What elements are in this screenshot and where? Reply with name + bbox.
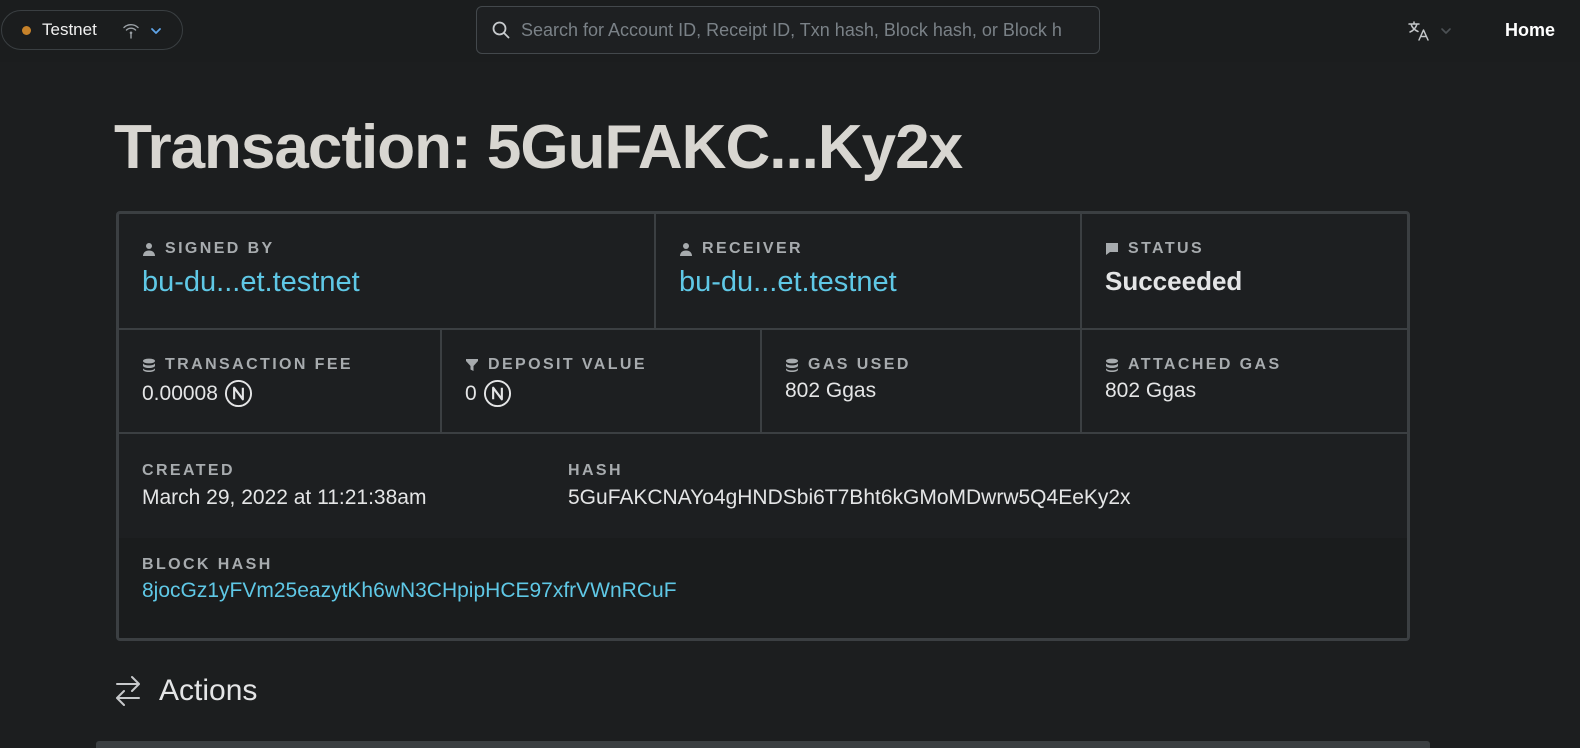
attached-gas-label: Attached gas [1128, 356, 1282, 373]
gas-used-value: 802 Ggas [785, 379, 877, 402]
search-input[interactable] [521, 19, 1099, 41]
status-cell: Status Succeeded [1082, 214, 1407, 328]
deposit-value-cell: Deposit value 0 [442, 330, 762, 432]
attached-gas-cell: Attached gas 802 Ggas [1082, 330, 1407, 432]
database-icon [143, 358, 155, 372]
comment-icon [1106, 243, 1118, 255]
chevron-down-icon [1441, 28, 1451, 34]
user-icon [680, 243, 692, 256]
transaction-fee-cell: Transaction fee 0.00008 [119, 330, 442, 432]
details-row-block: Block hash 8jocGz1yFVm25eazytKh6wN3CHpip… [119, 538, 1407, 638]
hash-cell: Hash 5GuFAKCNAYo4gHNDSbi6T7Bht6kGMoMDwrw… [545, 434, 1405, 538]
top-navbar: Testnet Home [0, 0, 1580, 62]
created-cell: Created March 29, 2022 at 11:21:38am [119, 434, 545, 538]
receiver-cell: Receiver bu-du...et.testnet [656, 214, 1082, 328]
status-value: Succeeded [1105, 266, 1243, 296]
home-link[interactable]: Home [1505, 20, 1555, 41]
language-switcher[interactable] [1407, 19, 1457, 43]
hash-value: 5GuFAKCNAYo4gHNDSbi6T7Bht6kGMoMDwrw5Q4Ee… [568, 486, 1131, 509]
arrows-exchange-icon [116, 676, 140, 706]
page-title: Transaction: 5GuFAKC...Ky2x [114, 113, 963, 182]
signed-by-account-link[interactable]: bu-du...et.testnet [142, 266, 654, 299]
user-icon [143, 243, 155, 256]
search-bar[interactable] [476, 6, 1100, 54]
receiver-label: Receiver [702, 240, 803, 257]
details-row-accounts: Signed by bu-du...et.testnet Receiver bu… [119, 214, 1407, 330]
signed-by-label: Signed by [165, 240, 275, 257]
created-value: March 29, 2022 at 11:21:38am [142, 486, 427, 509]
search-icon [492, 21, 510, 39]
actions-table-top-border [96, 741, 1430, 748]
network-label: Testnet [42, 20, 97, 39]
deposit-value-label: Deposit value [488, 356, 647, 373]
transaction-fee-label: Transaction fee [165, 356, 353, 373]
block-hash-cell: Block hash 8jocGz1yFVm25eazytKh6wN3CHpip… [119, 538, 1407, 638]
database-icon [786, 358, 798, 372]
created-label: Created [142, 462, 235, 479]
details-row-amounts: Transaction fee 0.00008 Deposit value 0 [119, 330, 1407, 434]
database-icon [1106, 358, 1118, 372]
status-label: Status [1128, 240, 1205, 257]
actions-title: Actions [159, 674, 258, 707]
gas-used-label: Gas used [808, 356, 911, 373]
gas-used-cell: Gas used 802 Ggas [762, 330, 1082, 432]
network-status-dot [22, 25, 31, 35]
deposit-value-value: 0 [465, 381, 477, 405]
filter-icon [466, 359, 478, 371]
chevron-down-icon [151, 28, 161, 34]
receiver-account-link[interactable]: bu-du...et.testnet [679, 266, 1080, 299]
actions-section-header: Actions [113, 674, 257, 708]
wifi-icon [123, 23, 139, 39]
near-token-icon [224, 379, 252, 408]
details-row-meta: Created March 29, 2022 at 11:21:38am Has… [119, 434, 1407, 538]
block-hash-label: Block hash [142, 556, 273, 573]
near-token-icon [483, 379, 511, 408]
transaction-fee-value: 0.00008 [142, 381, 218, 405]
signed-by-cell: Signed by bu-du...et.testnet [119, 214, 656, 328]
network-switcher[interactable]: Testnet [1, 10, 183, 50]
attached-gas-value: 802 Ggas [1105, 379, 1197, 402]
translate-icon [1408, 21, 1429, 41]
block-hash-link[interactable]: 8jocGz1yFVm25eazytKh6wN3CHpipHCE97xfrVWn… [142, 579, 1407, 603]
hash-label: Hash [568, 462, 623, 479]
transaction-details-card: Signed by bu-du...et.testnet Receiver bu… [116, 211, 1410, 641]
